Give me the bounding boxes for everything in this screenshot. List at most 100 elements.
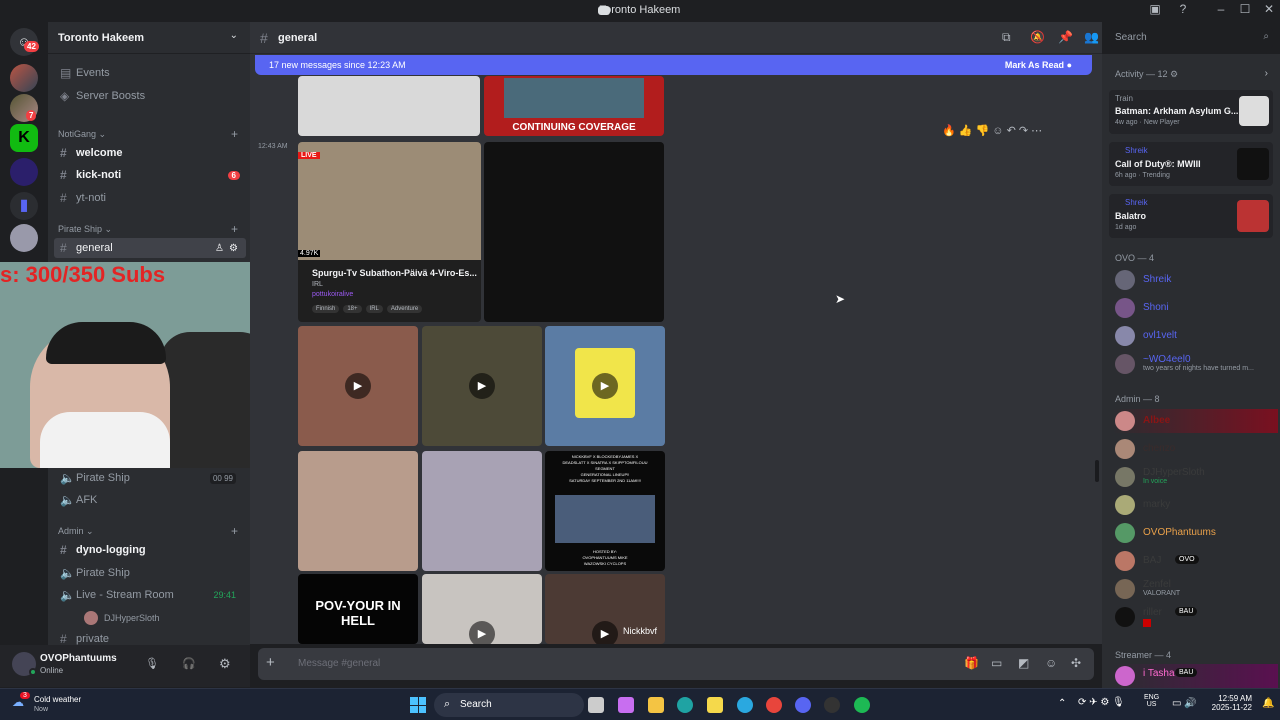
stream-title[interactable]: Spurgu-Tv Subathon-Päivä 4-Viro-Es... [312, 268, 477, 278]
clock[interactable]: 12:59 AM 2025-11-22 [1206, 694, 1252, 712]
channel-welcome[interactable]: # welcome [54, 143, 246, 163]
pinned-icon[interactable]: 📌 [1058, 30, 1073, 44]
inbox-icon[interactable]: ▣ [1140, 2, 1170, 20]
member-row[interactable]: riller BAU [1113, 605, 1275, 629]
member-row[interactable]: marky [1113, 493, 1275, 517]
tag[interactable]: IRL [365, 305, 383, 313]
obs-icon[interactable] [824, 697, 840, 713]
member-row[interactable]: OVOPhantuums [1113, 521, 1275, 545]
help-icon[interactable]: ? [1168, 2, 1198, 20]
category-notigang[interactable]: NotiGang ⌄ [58, 129, 106, 140]
add-channel-icon[interactable]: + [231, 524, 238, 538]
server-icon-4[interactable] [10, 158, 38, 186]
member-row[interactable]: DJHyperSloth In voice [1113, 465, 1275, 489]
member-row[interactable]: Shreik [1113, 268, 1275, 292]
member-row[interactable]: chenzo [1113, 437, 1275, 461]
member-row[interactable]: ovl1velt [1113, 324, 1275, 348]
member-row[interactable]: Shoni [1113, 296, 1275, 320]
channel-private[interactable]: # private [54, 632, 246, 646]
spotify-icon[interactable] [854, 697, 870, 713]
video-attachment[interactable]: POV-YOUR IN HELL [298, 574, 418, 644]
tag[interactable]: Finnish [312, 305, 340, 313]
weather-title[interactable]: Cold weather [34, 695, 81, 704]
voice-afk[interactable]: 🔈 AFK [54, 490, 246, 510]
folder-icon[interactable]: ▮ [10, 192, 38, 220]
forward-icon[interactable]: ↷ [1019, 125, 1028, 137]
member-list-icon[interactable]: 👥 [1084, 30, 1099, 44]
message-composer[interactable]: + Message #general 🎁 ▭ ◩ ☺ ✣ [258, 648, 1094, 680]
taskbar-search[interactable]: ⌕ Search [434, 693, 584, 717]
user-settings-gear-icon[interactable]: ⚙ [219, 656, 231, 672]
voice-user-djhypersloth[interactable]: DJHyperSloth [78, 608, 238, 628]
settings-gear-icon[interactable]: ⚙ [229, 243, 238, 254]
tray-chevron-icon[interactable]: ⌃ [1058, 698, 1066, 709]
file-explorer-icon[interactable] [648, 697, 664, 713]
network-volume-icons[interactable]: ▭ 🔊 [1172, 698, 1197, 709]
gif-icon[interactable]: ▭ [991, 656, 1002, 670]
events-item[interactable]: ▤ Events [54, 63, 246, 83]
voice-live-stream-room[interactable]: 🔈 Live - Stream Room 29:41 [54, 585, 246, 605]
app-icon[interactable] [707, 697, 723, 713]
tag[interactable]: Adventure [386, 305, 423, 313]
server-icon-1[interactable] [10, 64, 38, 92]
activity-card[interactable]: Train Batman: Arkham Asylum G... 4w ago … [1109, 90, 1273, 134]
thumbs-down-reaction-icon[interactable]: 👎 [976, 125, 990, 137]
channel-dyno-logging[interactable]: # dyno-logging [54, 540, 246, 560]
channel-general[interactable]: # general ⚙ ♙ [54, 238, 246, 258]
discord-taskbar-icon[interactable] [795, 697, 811, 713]
activity-header[interactable]: Activity — 12 ⚙ [1115, 69, 1178, 80]
channel-yt-noti[interactable]: # yt-noti [54, 188, 246, 208]
stream-embed[interactable]: LIVE 4.97K Spurgu-Tv Subathon-Päivä 4-Vi… [298, 142, 481, 322]
video-attachment[interactable]: ▶ [422, 326, 542, 446]
invite-icon[interactable]: ♙ [215, 243, 224, 254]
server-boosts-item[interactable]: ◈ Server Boosts [54, 86, 246, 106]
add-reaction-icon[interactable]: ☺ [992, 125, 1003, 137]
add-channel-icon[interactable]: + [231, 127, 238, 141]
channel-kick-noti[interactable]: # kick-noti 6 [54, 165, 246, 185]
thumbs-up-reaction-icon[interactable]: 👍 [959, 125, 973, 137]
search-input[interactable]: Search ⌕ [1111, 28, 1273, 48]
member-row[interactable]: ~WO4eel0 two years of nights have turned … [1113, 352, 1275, 376]
chevron-right-icon[interactable]: › [1265, 68, 1268, 79]
server-header[interactable]: Toronto Hakeem ⌄ [48, 22, 250, 54]
fire-reaction-icon[interactable]: 🔥 [942, 125, 956, 137]
image-attachment[interactable] [298, 451, 418, 571]
category-pirate-ship[interactable]: Pirate Ship ⌄ [58, 224, 112, 235]
gift-icon[interactable]: 🎁 [964, 656, 979, 670]
video-attachment[interactable]: ▶ [545, 326, 665, 446]
language-indicator[interactable]: ENG US [1144, 694, 1159, 708]
apps-icon[interactable]: ✣ [1071, 656, 1081, 670]
close-button[interactable]: ✕ [1254, 2, 1280, 20]
new-messages-bar[interactable]: 17 new messages since 12:23 AM Mark As R… [255, 55, 1092, 75]
message-input[interactable]: Message #general [298, 658, 380, 669]
sticker-icon[interactable]: ◩ [1018, 656, 1029, 670]
member-row[interactable]: Albee [1113, 409, 1278, 433]
more-icon[interactable]: ⋯ [1031, 125, 1042, 137]
embed-image[interactable] [298, 76, 480, 136]
notification-icon[interactable]: 🔔 [1262, 698, 1274, 709]
member-row[interactable]: BAJ OVO [1113, 549, 1275, 573]
kick-server-icon[interactable]: K [10, 124, 38, 152]
telegram-icon[interactable] [737, 697, 753, 713]
video-attachment[interactable]: ▶ [298, 326, 418, 446]
embed-image-dark[interactable] [484, 142, 664, 322]
start-icon[interactable] [410, 697, 426, 713]
headphones-icon[interactable]: 🎧 [182, 657, 196, 670]
tag[interactable]: 18+ [343, 305, 362, 313]
scrollbar-thumb[interactable] [1095, 460, 1099, 482]
edge-icon[interactable] [677, 697, 693, 713]
video-attachment[interactable]: ▶ Nickkbvf [545, 574, 665, 644]
reply-icon[interactable]: ↶ [1007, 125, 1016, 137]
category-admin[interactable]: Admin ⌄ [58, 526, 94, 537]
add-channel-icon[interactable]: + [231, 222, 238, 236]
threads-icon[interactable]: ⧉ [1002, 30, 1011, 45]
task-view-icon[interactable] [588, 697, 604, 713]
activity-card[interactable]: Shreik Call of Duty®: MWIII 6h ago · Tre… [1109, 142, 1273, 186]
activity-card[interactable]: Shreik Balatro 1d ago [1109, 194, 1273, 238]
embed-image[interactable]: CONTINUING COVERAGE [484, 76, 664, 136]
server-icon-5[interactable] [10, 224, 38, 252]
microphone-icon[interactable]: 🎙 [145, 657, 159, 670]
voice-pirate-ship[interactable]: 🔈 Pirate Ship 00 99 [54, 468, 246, 488]
voice-pirate-ship-2[interactable]: 🔈 Pirate Ship [54, 563, 246, 583]
image-attachment[interactable] [422, 451, 542, 571]
